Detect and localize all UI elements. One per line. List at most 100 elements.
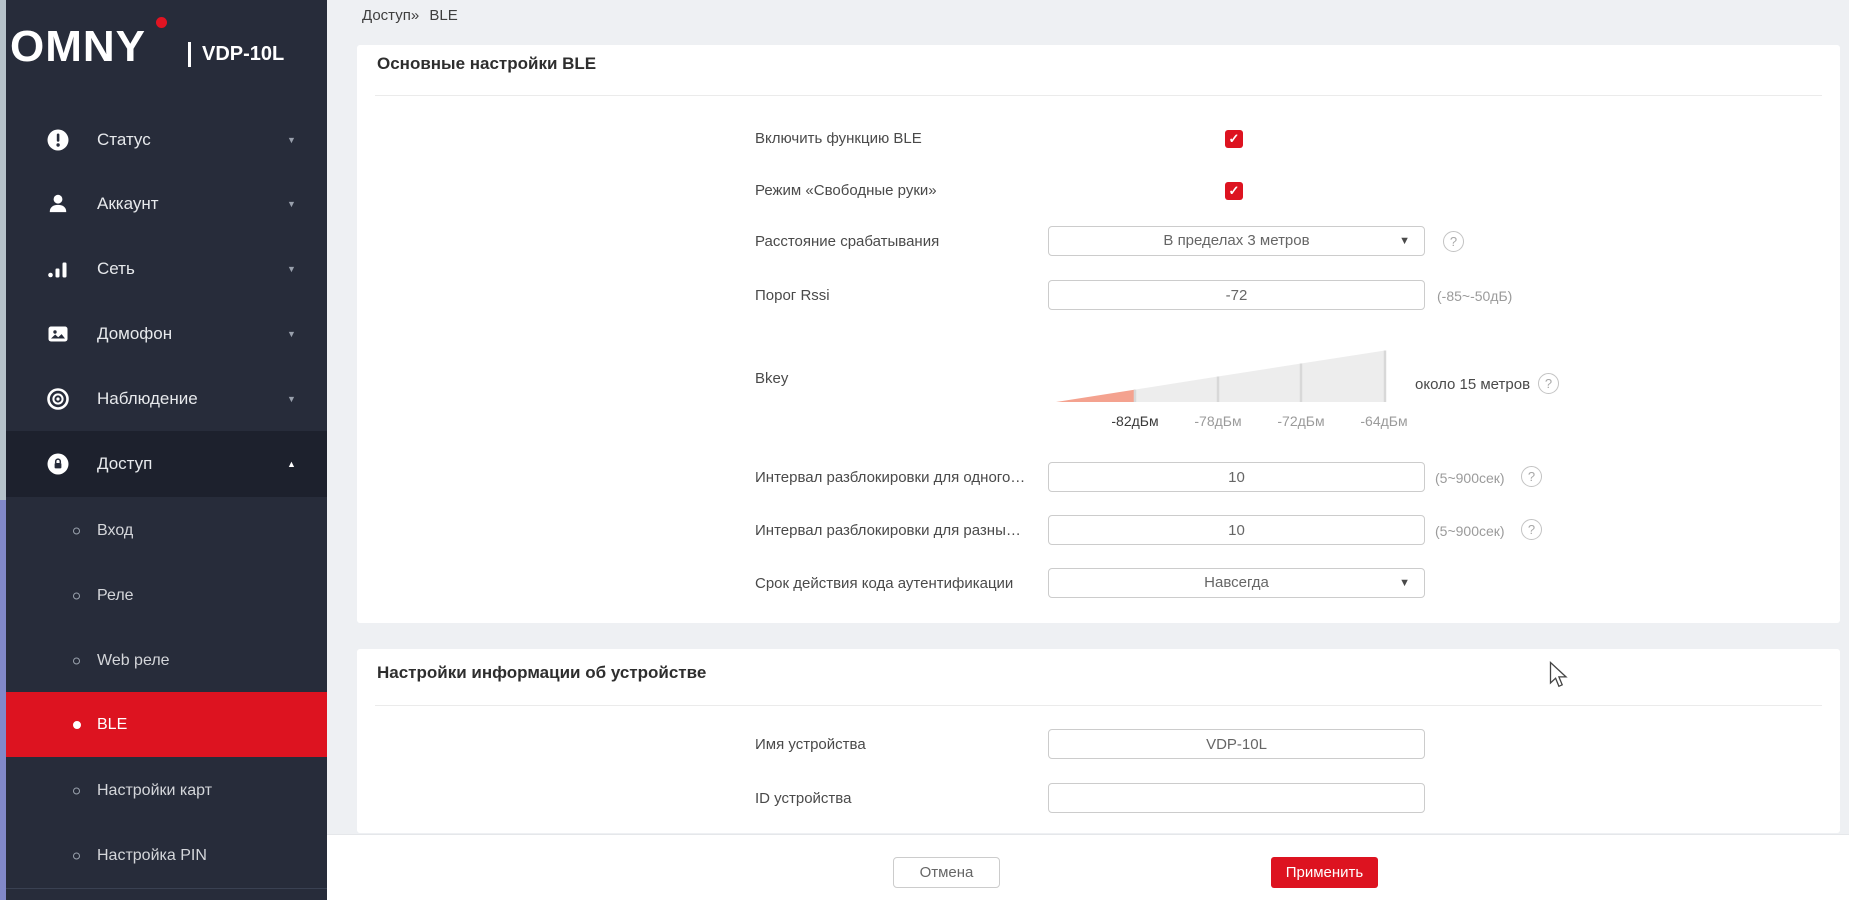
scrollbar[interactable] bbox=[0, 0, 6, 900]
sidebar-subitem-label: Реле bbox=[97, 587, 134, 605]
sidebar-item-network[interactable]: Сеть ▼ bbox=[0, 236, 327, 301]
status-icon bbox=[46, 128, 70, 152]
rssi-threshold-input[interactable] bbox=[1048, 280, 1425, 310]
device-model-label: VDP-10L bbox=[202, 43, 284, 66]
bkey-signal-meter[interactable] bbox=[1055, 346, 1387, 404]
enable-ble-label: Включить функцию BLE bbox=[755, 130, 1047, 147]
unlock-interval-same-input[interactable] bbox=[1048, 462, 1425, 492]
apply-button[interactable]: Применить bbox=[1271, 857, 1378, 888]
chevron-down-icon: ▼ bbox=[287, 135, 296, 145]
device-name-label: Имя устройства bbox=[755, 736, 1047, 753]
bkey-help-icon[interactable]: ? bbox=[1538, 373, 1559, 394]
mouse-cursor bbox=[1549, 661, 1568, 694]
logo: OMNY VDP-10L bbox=[0, 0, 327, 90]
sidebar-divider bbox=[0, 888, 327, 889]
bullet-icon bbox=[73, 787, 80, 794]
bkey-label: Bkey bbox=[755, 370, 1047, 387]
access-lock-icon bbox=[46, 452, 70, 476]
sidebar-subitem-card-settings[interactable]: Настройки карт bbox=[0, 758, 327, 823]
auth-code-validity-select[interactable]: Навсегда ▼ bbox=[1048, 568, 1425, 598]
breadcrumb-separator: » bbox=[411, 7, 419, 24]
brand-logo: OMNY bbox=[10, 22, 146, 72]
scrollbar-thumb[interactable] bbox=[0, 500, 6, 900]
chevron-down-icon: ▼ bbox=[287, 394, 296, 404]
ble-settings-title: Основные настройки BLE bbox=[377, 54, 596, 74]
section-divider bbox=[375, 95, 1822, 96]
sidebar-item-label: Статус bbox=[97, 130, 151, 150]
bullet-icon bbox=[73, 527, 80, 534]
bkey-tick[interactable]: -64дБм bbox=[1339, 413, 1429, 429]
sidebar: OMNY VDP-10L Статус ▼ Аккаунт ▼ С bbox=[0, 0, 327, 900]
bullet-icon bbox=[73, 592, 80, 599]
unlock-interval-same-hint: (5~900сек) bbox=[1435, 470, 1505, 486]
handsfree-checkbox[interactable]: ✓ bbox=[1225, 182, 1243, 200]
sidebar-item-label: Наблюдение bbox=[97, 389, 198, 409]
unlock-interval-diff-input[interactable] bbox=[1048, 515, 1425, 545]
unlock-interval-diff-help-icon[interactable]: ? bbox=[1521, 519, 1542, 540]
sidebar-item-label: Доступ bbox=[97, 454, 152, 474]
trigger-distance-help-icon[interactable]: ? bbox=[1443, 231, 1464, 252]
check-icon: ✓ bbox=[1229, 183, 1240, 198]
account-icon bbox=[46, 192, 70, 216]
bkey-distance-note: около 15 метров bbox=[1415, 376, 1530, 393]
sidebar-item-status[interactable]: Статус ▼ bbox=[0, 107, 327, 172]
logo-dot-icon bbox=[156, 17, 167, 28]
bkey-tick[interactable]: -78дБм bbox=[1173, 413, 1263, 429]
breadcrumb-parent[interactable]: Доступ bbox=[362, 7, 411, 24]
unlock-interval-diff-hint: (5~900сек) bbox=[1435, 523, 1505, 539]
sidebar-item-access[interactable]: Доступ ▲ bbox=[0, 431, 327, 497]
bkey-segment-selected bbox=[1056, 390, 1135, 402]
network-signal-icon bbox=[46, 257, 70, 281]
handsfree-label: Режим «Свободные руки» bbox=[755, 182, 1047, 199]
auth-code-validity-label: Срок действия кода аутентификации bbox=[755, 575, 1047, 592]
caret-down-icon: ▼ bbox=[1399, 227, 1410, 255]
trigger-distance-label: Расстояние срабатывания bbox=[755, 233, 1047, 250]
bullet-icon bbox=[73, 852, 80, 859]
bullet-icon bbox=[73, 657, 80, 664]
sidebar-item-surveillance[interactable]: Наблюдение ▼ bbox=[0, 366, 327, 431]
device-info-title: Настройки информации об устройстве bbox=[377, 663, 706, 683]
footer-bar bbox=[327, 834, 1849, 900]
sidebar-item-label: Сеть bbox=[97, 259, 135, 279]
sidebar-subitem-relay[interactable]: Реле bbox=[0, 563, 327, 628]
chevron-up-icon: ▲ bbox=[287, 459, 296, 469]
unlock-interval-same-help-icon[interactable]: ? bbox=[1521, 466, 1542, 487]
device-name-input[interactable] bbox=[1048, 729, 1425, 759]
device-id-input[interactable] bbox=[1048, 783, 1425, 813]
section-divider bbox=[375, 705, 1822, 706]
sidebar-subitem-label: Web реле bbox=[97, 652, 170, 670]
check-icon: ✓ bbox=[1229, 131, 1240, 146]
intercom-image-icon bbox=[46, 322, 70, 346]
logo-divider bbox=[188, 42, 191, 67]
chevron-down-icon: ▼ bbox=[287, 329, 296, 339]
cancel-button[interactable]: Отмена bbox=[893, 857, 1000, 888]
bkey-tick[interactable]: -82дБм bbox=[1090, 413, 1180, 429]
sidebar-item-account[interactable]: Аккаунт ▼ bbox=[0, 171, 327, 236]
auth-code-validity-value: Навсегда bbox=[1204, 574, 1269, 591]
sidebar-subitem-label: Настройки карт bbox=[97, 782, 212, 800]
sidebar-item-label: Аккаунт bbox=[97, 194, 159, 214]
sidebar-subitem-entry[interactable]: Вход bbox=[0, 498, 327, 563]
sidebar-subitem-label: Вход bbox=[97, 522, 133, 540]
sidebar-subitem-pin-settings[interactable]: Настройка PIN bbox=[0, 823, 327, 888]
sidebar-item-label: Домофон bbox=[97, 324, 172, 344]
chevron-down-icon: ▼ bbox=[287, 199, 296, 209]
breadcrumb-current: BLE bbox=[429, 7, 457, 24]
sidebar-subitem-label: Настройка PIN bbox=[97, 847, 207, 865]
sidebar-item-intercom[interactable]: Домофон ▼ bbox=[0, 301, 327, 366]
bullet-icon bbox=[73, 721, 81, 729]
chevron-down-icon: ▼ bbox=[287, 264, 296, 274]
unlock-interval-same-label: Интервал разблокировки для одного… bbox=[755, 469, 1047, 486]
trigger-distance-select[interactable]: В пределах 3 метров ▼ bbox=[1048, 226, 1425, 256]
surveillance-eye-icon bbox=[46, 387, 70, 411]
page: OMNY VDP-10L Статус ▼ Аккаунт ▼ С bbox=[0, 0, 1849, 900]
device-id-label: ID устройства bbox=[755, 790, 1047, 807]
trigger-distance-value: В пределах 3 метров bbox=[1163, 232, 1309, 249]
sidebar-subitem-ble[interactable]: BLE bbox=[0, 692, 327, 757]
unlock-interval-diff-label: Интервал разблокировки для разны… bbox=[755, 522, 1047, 539]
breadcrumb: Доступ» BLE bbox=[362, 7, 458, 24]
bkey-tick[interactable]: -72дБм bbox=[1256, 413, 1346, 429]
sidebar-subitem-web-relay[interactable]: Web реле bbox=[0, 628, 327, 693]
enable-ble-checkbox[interactable]: ✓ bbox=[1225, 130, 1243, 148]
rssi-range-hint: (-85~-50дБ) bbox=[1437, 288, 1512, 304]
